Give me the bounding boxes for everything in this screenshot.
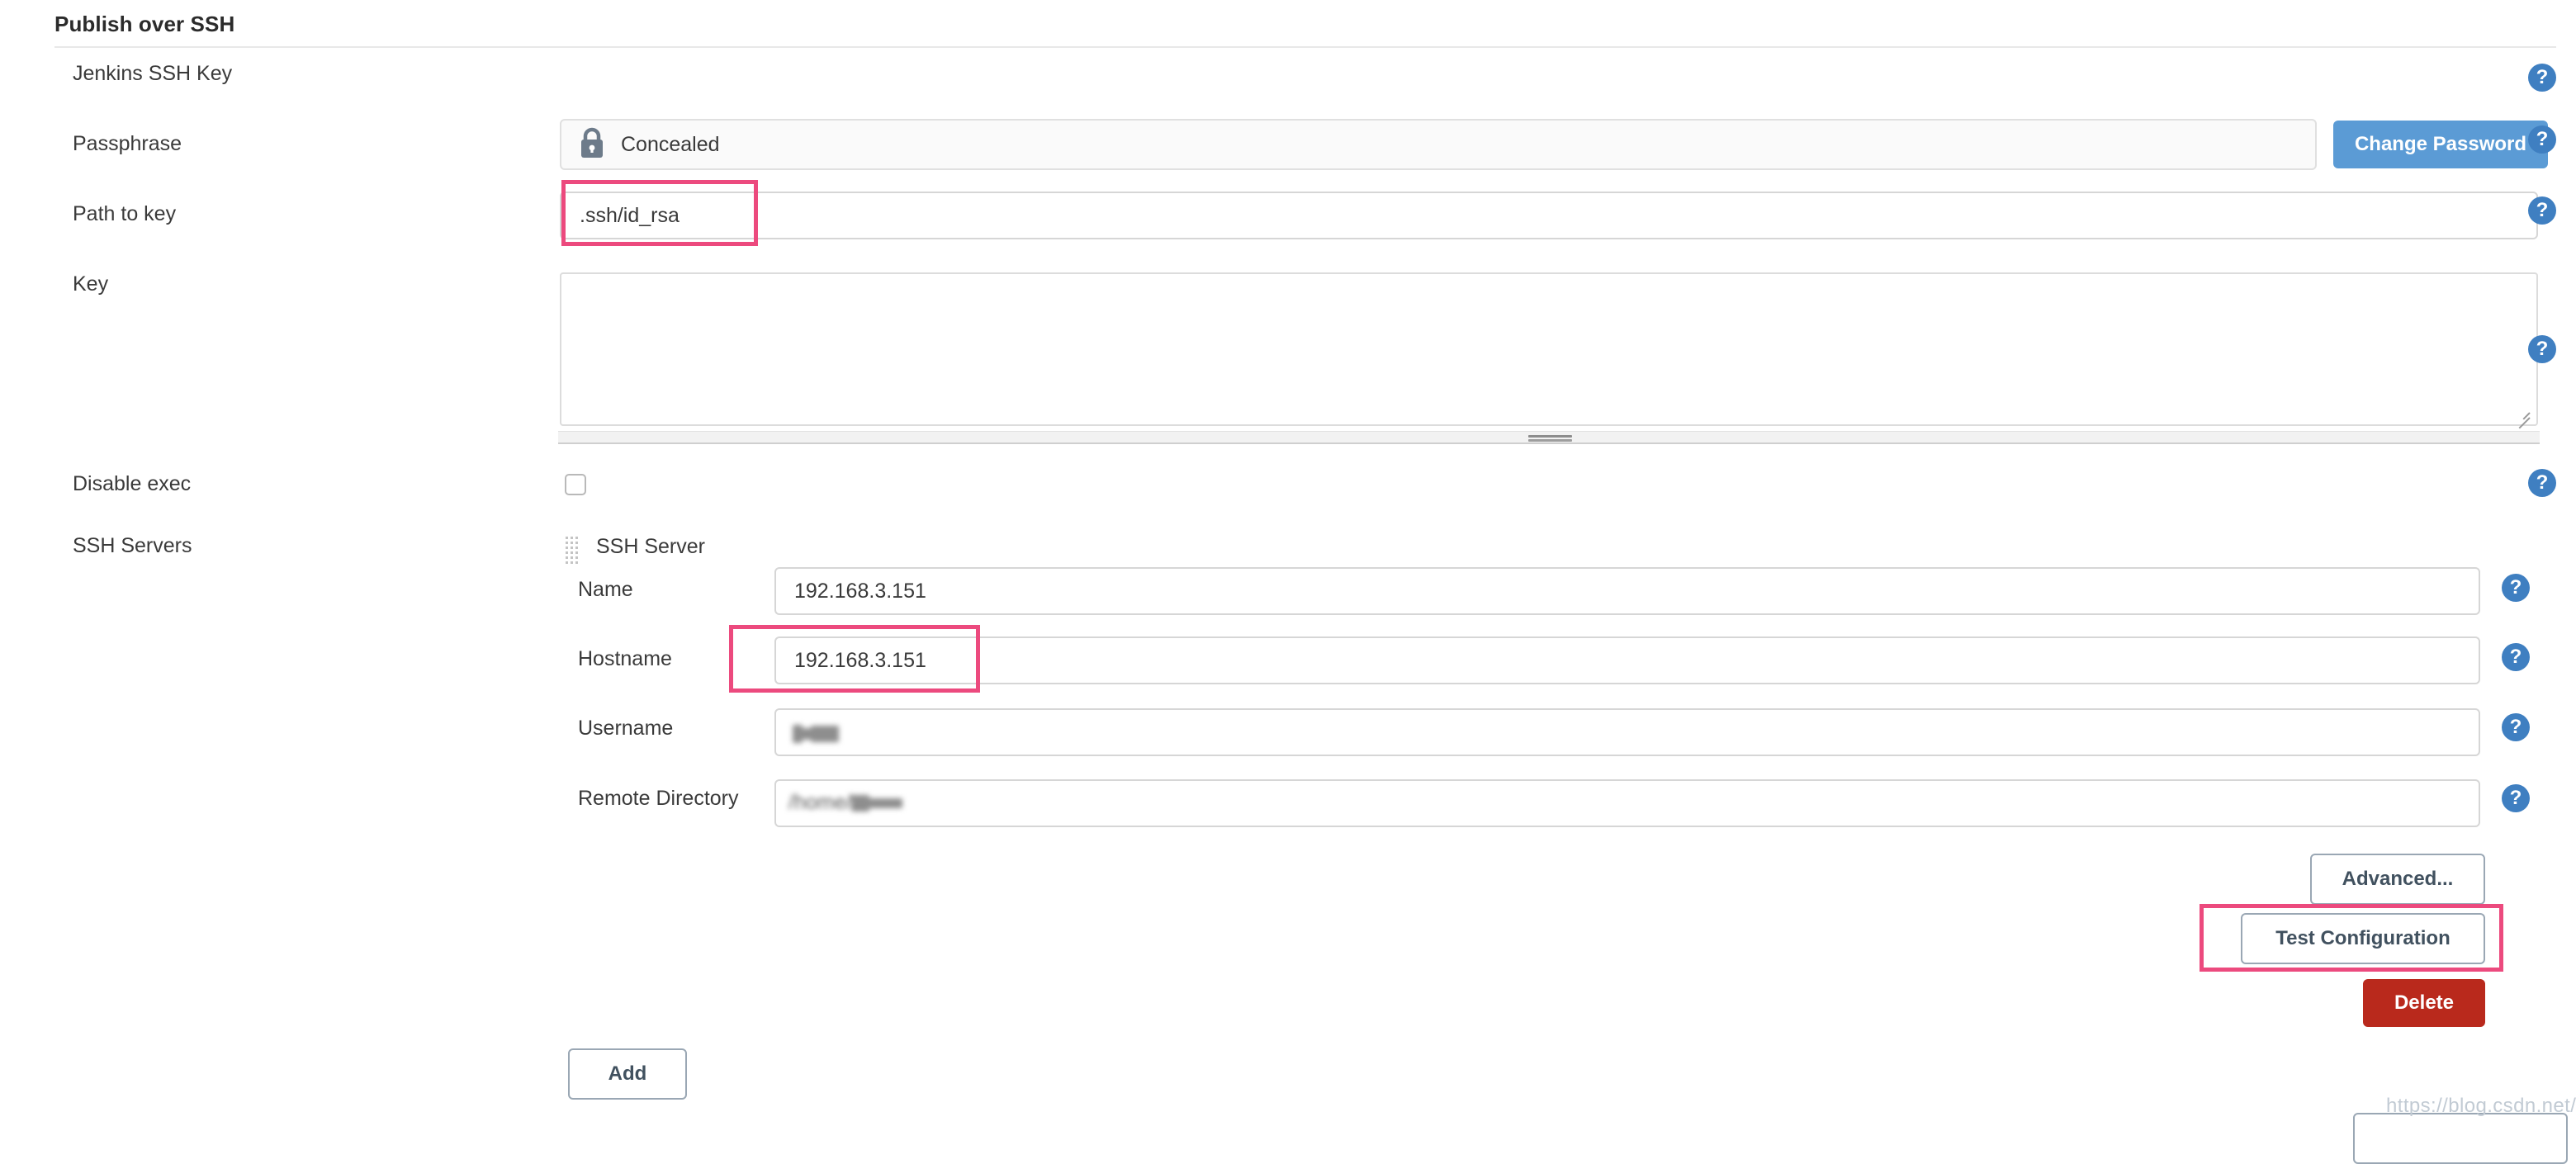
partial-bottom-button[interactable]	[2353, 1113, 2568, 1164]
disable-exec-checkbox[interactable]	[565, 474, 586, 495]
lock-icon	[578, 126, 606, 163]
label-ssh-servers: SSH Servers	[73, 534, 192, 557]
help-icon-ssh-username[interactable]: ?	[2502, 713, 2530, 741]
label-jenkins-ssh-key: Jenkins SSH Key	[73, 62, 233, 85]
change-password-button[interactable]: Change Password	[2333, 121, 2548, 168]
ssh-remote-directory-input[interactable]	[774, 779, 2480, 827]
label-disable-exec: Disable exec	[73, 472, 192, 495]
advanced-button[interactable]: Advanced...	[2310, 854, 2485, 905]
key-resize-bar[interactable]	[558, 431, 2540, 444]
ssh-hostname-input[interactable]	[774, 636, 2480, 684]
label-path-to-key: Path to key	[73, 202, 177, 225]
test-configuration-button[interactable]: Test Configuration	[2241, 913, 2485, 964]
label-ssh-name: Name	[578, 578, 633, 601]
ssh-server-title: SSH Server	[596, 535, 705, 558]
page-title: Publish over SSH	[54, 12, 235, 36]
help-icon-path-to-key[interactable]: ?	[2528, 196, 2556, 225]
heading-divider	[54, 46, 2556, 48]
help-icon-ssh-name[interactable]: ?	[2502, 574, 2530, 602]
help-icon-passphrase[interactable]: ?	[2528, 125, 2556, 154]
passphrase-value: Concealed	[621, 132, 720, 156]
key-resize-grip-icon	[1528, 435, 1572, 438]
label-ssh-remote-directory: Remote Directory	[578, 787, 739, 810]
delete-button[interactable]: Delete	[2363, 979, 2485, 1027]
help-icon-ssh-hostname[interactable]: ?	[2502, 643, 2530, 671]
label-ssh-username: Username	[578, 717, 674, 740]
label-key: Key	[73, 272, 109, 296]
path-to-key-input[interactable]	[560, 192, 2538, 239]
help-icon-ssh-remote-directory[interactable]: ?	[2502, 784, 2530, 812]
key-textarea[interactable]	[560, 272, 2538, 426]
help-icon-jenkins-ssh-key[interactable]: ?	[2528, 64, 2556, 92]
drag-handle-icon[interactable]	[566, 537, 580, 566]
passphrase-concealed-field[interactable]: Concealed	[560, 119, 2317, 170]
label-ssh-hostname: Hostname	[578, 647, 672, 670]
key-resize-grip-icon-2	[1528, 439, 1572, 442]
add-button[interactable]: Add	[568, 1048, 687, 1100]
help-icon-disable-exec[interactable]: ?	[2528, 469, 2556, 497]
label-passphrase: Passphrase	[73, 132, 182, 155]
help-icon-key[interactable]: ?	[2528, 335, 2556, 363]
watermark-text: https://blog.csdn.net/Tomonkey	[2386, 1095, 2576, 1117]
ssh-name-input[interactable]	[774, 567, 2480, 615]
ssh-username-input[interactable]	[774, 708, 2480, 756]
